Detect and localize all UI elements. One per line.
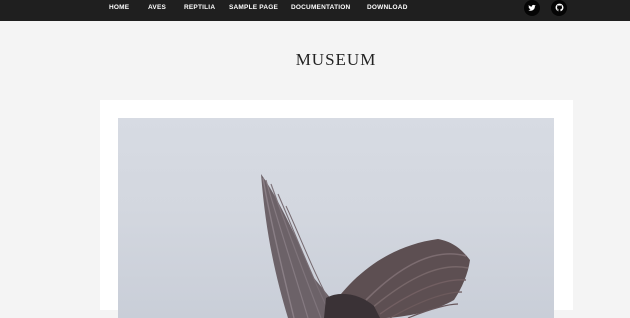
nav-reptilia-link[interactable]: REPTILIA	[184, 0, 215, 21]
twitter-link[interactable]	[524, 0, 540, 16]
post-card	[100, 100, 573, 318]
site-title[interactable]: MUSEUM	[0, 50, 630, 70]
nav-documentation-link[interactable]: DOCUMENTATION	[291, 0, 350, 21]
twitter-icon	[528, 0, 536, 17]
top-navigation-bar: HOME AVES REPTILIA SAMPLE PAGE DOCUMENTA…	[0, 0, 630, 21]
github-link[interactable]	[551, 0, 567, 16]
nav-aves-link[interactable]: AVES	[148, 0, 166, 21]
github-icon	[555, 0, 564, 17]
featured-image[interactable]	[118, 118, 554, 318]
nav-home-link[interactable]: HOME	[109, 0, 129, 21]
bird-in-flight-photo	[261, 174, 470, 318]
nav-download-link[interactable]: DOWNLOAD	[367, 0, 408, 21]
nav-sample-page-link[interactable]: SAMPLE PAGE	[229, 0, 278, 21]
left-wing	[261, 174, 338, 318]
